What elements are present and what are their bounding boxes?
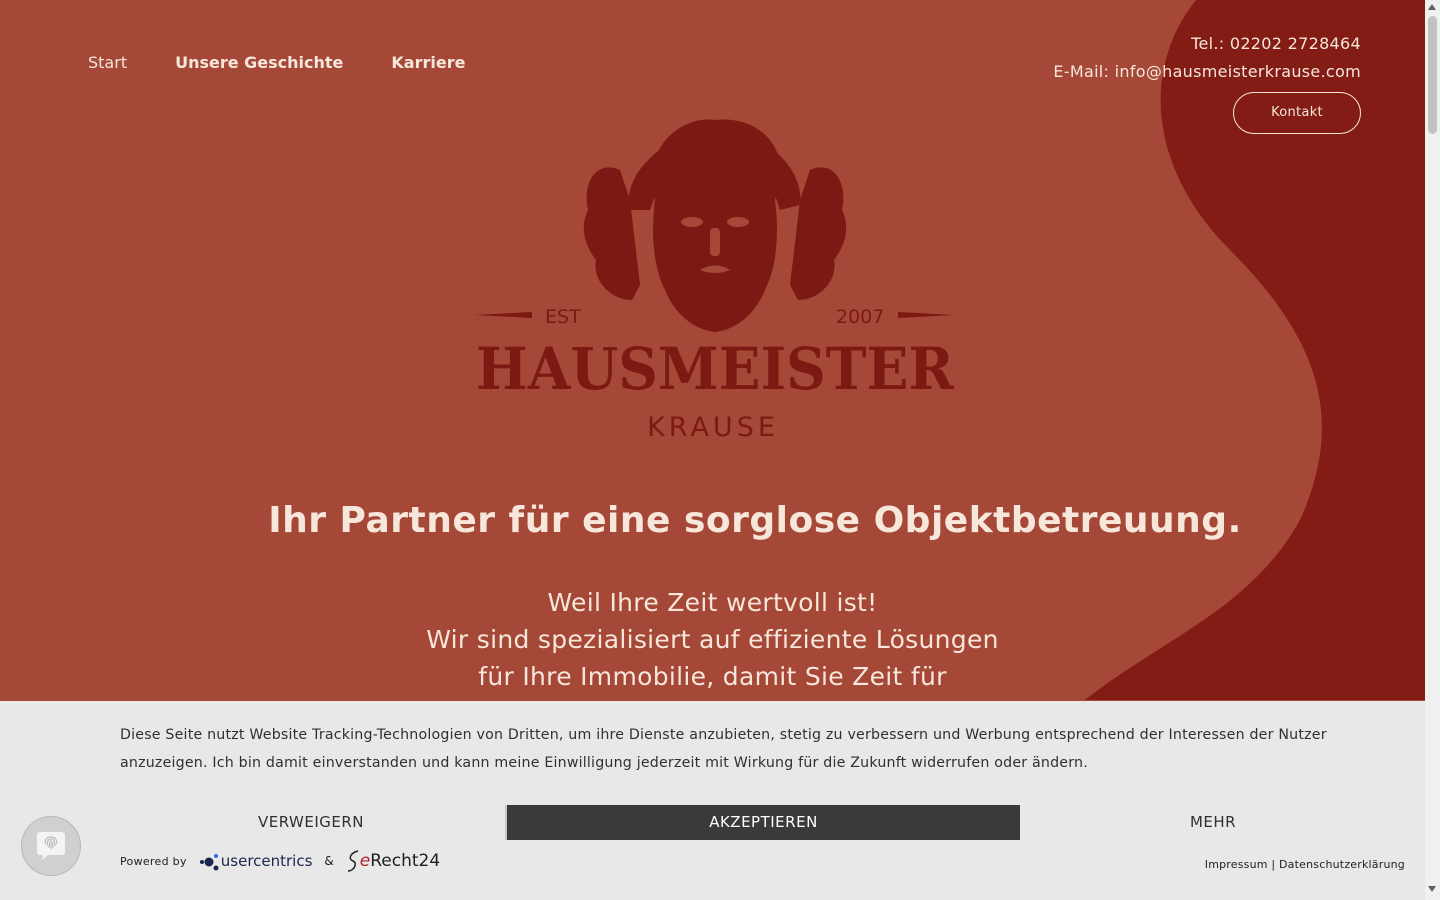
hero-line-3: für Ihre Immobilie, damit Sie Zeit für	[478, 662, 947, 691]
impressum-link[interactable]: Impressum	[1205, 858, 1268, 871]
hero-subtext: Weil Ihre Zeit wertvoll ist! Wir sind sp…	[0, 584, 1425, 695]
datenschutz-link[interactable]: Datenschutzerklärung	[1279, 858, 1405, 871]
accept-button[interactable]: AKZEPTIEREN	[505, 805, 1020, 840]
email-address[interactable]: E-Mail: info@hausmeisterkrause.com	[1053, 58, 1361, 86]
privacy-settings-button[interactable]	[21, 816, 81, 876]
erecht24-e: e	[359, 851, 371, 871]
cookie-banner: Diese Seite nutzt Website Tracking-Techn…	[0, 701, 1425, 900]
hero-line-1: Weil Ihre Zeit wertvoll ist!	[547, 588, 878, 617]
ampersand: &	[324, 854, 334, 868]
nav-item-start[interactable]: Start	[88, 53, 127, 73]
more-button[interactable]: MEHR	[1022, 805, 1404, 840]
scrollbar-thumb[interactable]	[1428, 16, 1437, 134]
scroll-up-arrow-icon[interactable]	[1428, 4, 1436, 10]
nav-item-unsere-geschichte[interactable]: Unsere Geschichte	[175, 53, 343, 73]
deny-button[interactable]: VERWEIGERN	[120, 805, 502, 840]
erecht24-text: Recht24	[370, 851, 441, 871]
usercentrics-dots-icon	[199, 854, 219, 871]
cookie-button-row: VERWEIGERN AKZEPTIEREN MEHR	[120, 805, 1305, 840]
hero-headline: Ihr Partner für eine sorglose Objektbetr…	[268, 500, 1242, 541]
scroll-down-arrow-icon[interactable]	[1428, 886, 1436, 892]
nav-item-karriere[interactable]: Karriere	[391, 53, 465, 73]
legal-links: Impressum | Datenschutzerklärung	[1205, 858, 1405, 871]
erecht24-logo[interactable]: e Recht24	[346, 849, 440, 873]
erecht24-swirl-icon	[347, 850, 358, 872]
company-logo: EST 2007 HAUSMEISTER KRAUSE	[475, 119, 955, 443]
usercentrics-text: usercentrics	[220, 852, 313, 870]
logo-subname: KRAUSE	[647, 412, 779, 443]
powered-by: Powered by usercentrics & e Recht24	[120, 849, 440, 873]
logo-est-right: 2007	[836, 306, 884, 328]
contact-info: Tel.: 02202 2728464 E-Mail: info@hausmei…	[1053, 30, 1361, 86]
phone-number[interactable]: Tel.: 02202 2728464	[1053, 30, 1361, 58]
powered-by-label: Powered by	[120, 854, 187, 868]
kontakt-button[interactable]: Kontakt	[1233, 92, 1361, 134]
fingerprint-icon	[37, 832, 65, 860]
legal-separator: |	[1271, 858, 1276, 871]
hero-line-2: Wir sind spezialisiert auf effiziente Lö…	[426, 625, 999, 654]
logo-name: HAUSMEISTER	[476, 335, 955, 403]
vertical-scrollbar[interactable]	[1425, 0, 1440, 900]
cookie-consent-text: Diese Seite nutzt Website Tracking-Techn…	[120, 727, 1327, 771]
usercentrics-logo[interactable]: usercentrics	[199, 850, 313, 872]
main-nav: Start Unsere Geschichte Karriere	[88, 53, 513, 73]
logo-est-left: EST	[545, 306, 581, 328]
